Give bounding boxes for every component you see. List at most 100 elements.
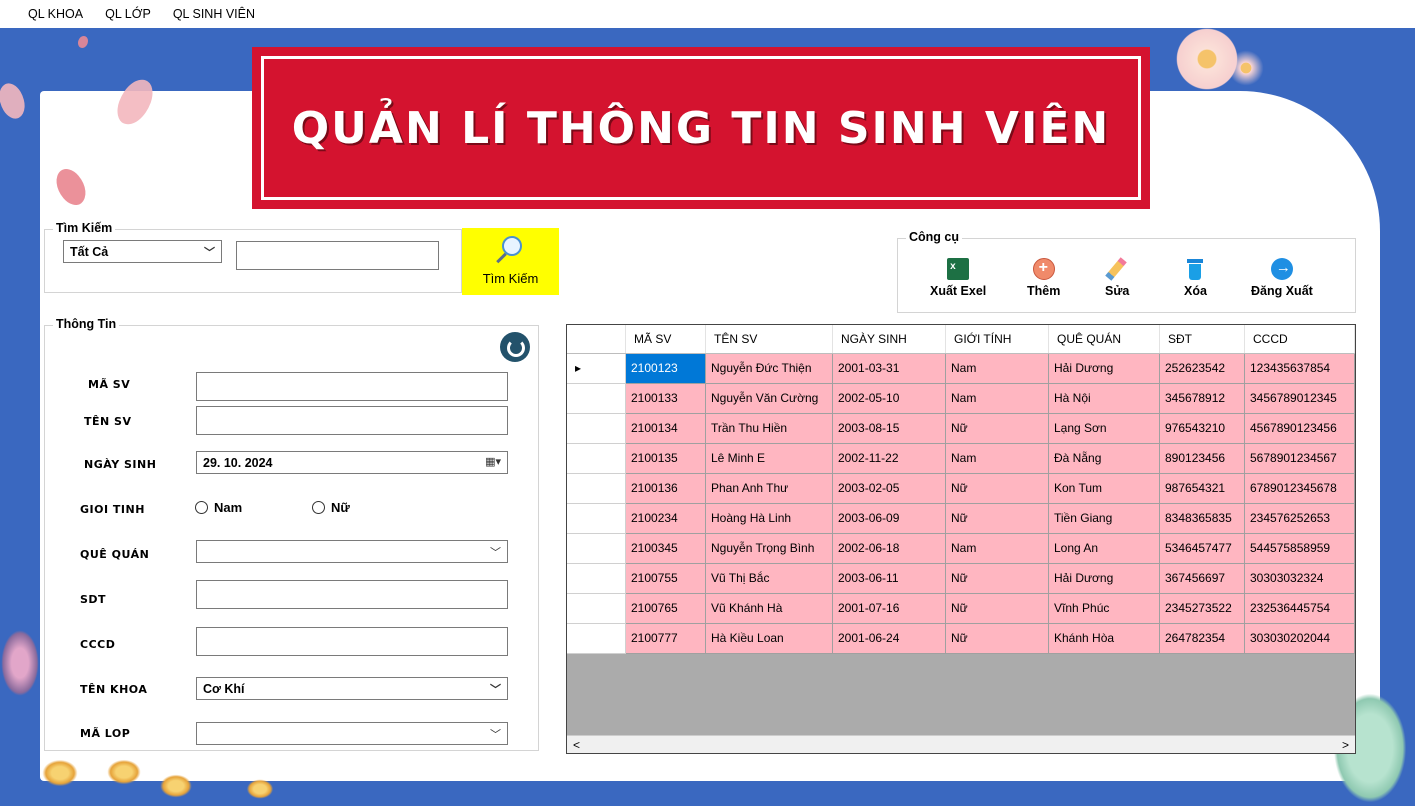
cccd-input[interactable] [196, 627, 508, 656]
table-cell[interactable]: 544575858959 [1244, 533, 1355, 564]
table-cell[interactable]: 2345273522 [1159, 593, 1245, 624]
table-cell[interactable]: Nữ [945, 413, 1049, 444]
table-cell[interactable]: Nguyễn Văn Cường [705, 383, 833, 414]
table-cell[interactable]: Kon Tum [1048, 473, 1160, 504]
table-cell[interactable]: 2100123 [625, 353, 706, 384]
table-cell[interactable]: 987654321 [1159, 473, 1245, 504]
table-cell[interactable]: 2100134 [625, 413, 706, 444]
menu-ql-khoa[interactable]: QL KHOA [28, 7, 83, 21]
delete-button[interactable]: Xóa [1184, 258, 1207, 298]
table-cell[interactable]: 2100345 [625, 533, 706, 564]
table-row[interactable]: 2100134 Trần Thu Hiền 2003-08-15 Nữ Lạng Sơn… [567, 413, 1355, 444]
edit-button[interactable]: Sửa [1105, 257, 1129, 298]
table-cell[interactable]: Nam [945, 383, 1049, 414]
table-cell[interactable]: 2100765 [625, 593, 706, 624]
table-cell[interactable]: Vũ Khánh Hà [705, 593, 833, 624]
table-cell[interactable]: Khánh Hòa [1048, 623, 1160, 654]
table-cell[interactable]: Hải Dương [1048, 563, 1160, 594]
table-cell[interactable]: Hải Dương [1048, 353, 1160, 384]
horizontal-scrollbar[interactable]: < > [567, 735, 1355, 753]
search-button[interactable]: Tìm Kiếm [462, 228, 559, 295]
table-cell[interactable]: Long An [1048, 533, 1160, 564]
table-cell[interactable]: Vĩnh Phúc [1048, 593, 1160, 624]
table-cell[interactable]: Lạng Sơn [1048, 413, 1160, 444]
table-cell[interactable]: 2100234 [625, 503, 706, 534]
gender-female-radio[interactable]: Nữ [312, 500, 350, 515]
row-header[interactable] [567, 443, 626, 474]
row-header[interactable] [567, 503, 626, 534]
que-quan-select[interactable]: ﹀ [196, 540, 508, 563]
add-button[interactable]: + Thêm [1027, 258, 1060, 298]
column-header[interactable]: SĐT [1159, 325, 1245, 354]
table-row[interactable]: 2100135 Lê Minh E 2002-11-22 Nam Đà Nẵng 8901… [567, 443, 1355, 474]
ma-lop-select[interactable]: ﹀ [196, 722, 508, 745]
table-cell[interactable]: 5346457477 [1159, 533, 1245, 564]
table-cell[interactable]: Nữ [945, 473, 1049, 504]
column-header[interactable]: GIỚI TÍNH [945, 325, 1049, 354]
column-header[interactable]: NGÀY SINH [832, 325, 946, 354]
table-cell[interactable]: 2003-08-15 [832, 413, 946, 444]
table-cell[interactable]: Vũ Thị Bắc [705, 563, 833, 594]
ten-khoa-select[interactable]: Cơ Khí ﹀ [196, 677, 508, 700]
column-header[interactable]: CCCD [1244, 325, 1355, 354]
table-cell[interactable]: 345678912 [1159, 383, 1245, 414]
table-cell[interactable]: Trần Thu Hiền [705, 413, 833, 444]
table-cell[interactable]: 3456789012345 [1244, 383, 1355, 414]
column-header[interactable]: MÃ SV [625, 325, 706, 354]
row-header[interactable] [567, 383, 626, 414]
row-header[interactable] [567, 593, 626, 624]
row-header[interactable] [567, 413, 626, 444]
menu-ql-lop[interactable]: QL LỚP [105, 7, 151, 21]
scroll-left-icon[interactable]: < [573, 738, 580, 752]
table-cell[interactable]: Hoàng Hà Linh [705, 503, 833, 534]
table-cell[interactable]: Nữ [945, 593, 1049, 624]
table-cell[interactable]: 2003-02-05 [832, 473, 946, 504]
ngay-sinh-datepicker[interactable]: 29. 10. 2024 ▦▾ [196, 451, 508, 474]
table-cell[interactable]: 123435637854 [1244, 353, 1355, 384]
student-grid[interactable]: MÃ SV TÊN SV NGÀY SINH GIỚI TÍNH QUÊ QUÁN SĐT… [566, 324, 1356, 754]
ten-sv-input[interactable] [196, 406, 508, 435]
column-header[interactable]: QUÊ QUÁN [1048, 325, 1160, 354]
logout-button[interactable]: → Đăng Xuất [1251, 258, 1313, 298]
ma-sv-input[interactable] [196, 372, 508, 401]
table-cell[interactable]: Nam [945, 443, 1049, 474]
row-header[interactable] [567, 563, 626, 594]
table-cell[interactable]: 234576252653 [1244, 503, 1355, 534]
table-cell[interactable]: Nữ [945, 503, 1049, 534]
table-cell[interactable]: 252623542 [1159, 353, 1245, 384]
table-cell[interactable]: 2001-06-24 [832, 623, 946, 654]
sdt-input[interactable] [196, 580, 508, 609]
table-cell[interactable]: 890123456 [1159, 443, 1245, 474]
table-cell[interactable]: Nữ [945, 623, 1049, 654]
table-cell[interactable]: Nữ [945, 563, 1049, 594]
table-cell[interactable]: 2003-06-11 [832, 563, 946, 594]
refresh-button[interactable] [500, 332, 530, 362]
table-cell[interactable]: 303030202044 [1244, 623, 1355, 654]
table-cell[interactable]: Nguyễn Trọng Bình [705, 533, 833, 564]
table-cell[interactable]: 976543210 [1159, 413, 1245, 444]
table-cell[interactable]: Nam [945, 533, 1049, 564]
table-row[interactable]: 2100133 Nguyễn Văn Cường 2002-05-10 Nam Hà N… [567, 383, 1355, 414]
table-cell[interactable]: 4567890123456 [1244, 413, 1355, 444]
table-row[interactable]: 2100765 Vũ Khánh Hà 2001-07-16 Nữ Vĩnh Phúc 2… [567, 593, 1355, 624]
table-cell[interactable]: Nam [945, 353, 1049, 384]
table-cell[interactable]: Hà Nội [1048, 383, 1160, 414]
table-cell[interactable]: 2100136 [625, 473, 706, 504]
table-cell[interactable]: 2003-06-09 [832, 503, 946, 534]
table-row[interactable]: 2100345 Nguyễn Trọng Bình 2002-06-18 Nam Lon… [567, 533, 1355, 564]
table-row[interactable]: 2100777 Hà Kiều Loan 2001-06-24 Nữ Khánh Hòa… [567, 623, 1355, 654]
table-cell[interactable]: Phan Anh Thư [705, 473, 833, 504]
table-cell[interactable]: 264782354 [1159, 623, 1245, 654]
table-cell[interactable]: 2100135 [625, 443, 706, 474]
table-cell[interactable]: 2100133 [625, 383, 706, 414]
table-cell[interactable]: 2002-05-10 [832, 383, 946, 414]
column-header[interactable]: TÊN SV [705, 325, 833, 354]
table-cell[interactable]: Nguyễn Đức Thiện [705, 353, 833, 384]
table-cell[interactable]: 6789012345678 [1244, 473, 1355, 504]
table-cell[interactable]: Hà Kiều Loan [705, 623, 833, 654]
table-cell[interactable]: Lê Minh E [705, 443, 833, 474]
table-cell[interactable]: 8348365835 [1159, 503, 1245, 534]
gender-male-radio[interactable]: Nam [195, 500, 242, 515]
row-header[interactable] [567, 473, 626, 504]
row-header[interactable]: ▸ [567, 353, 626, 384]
